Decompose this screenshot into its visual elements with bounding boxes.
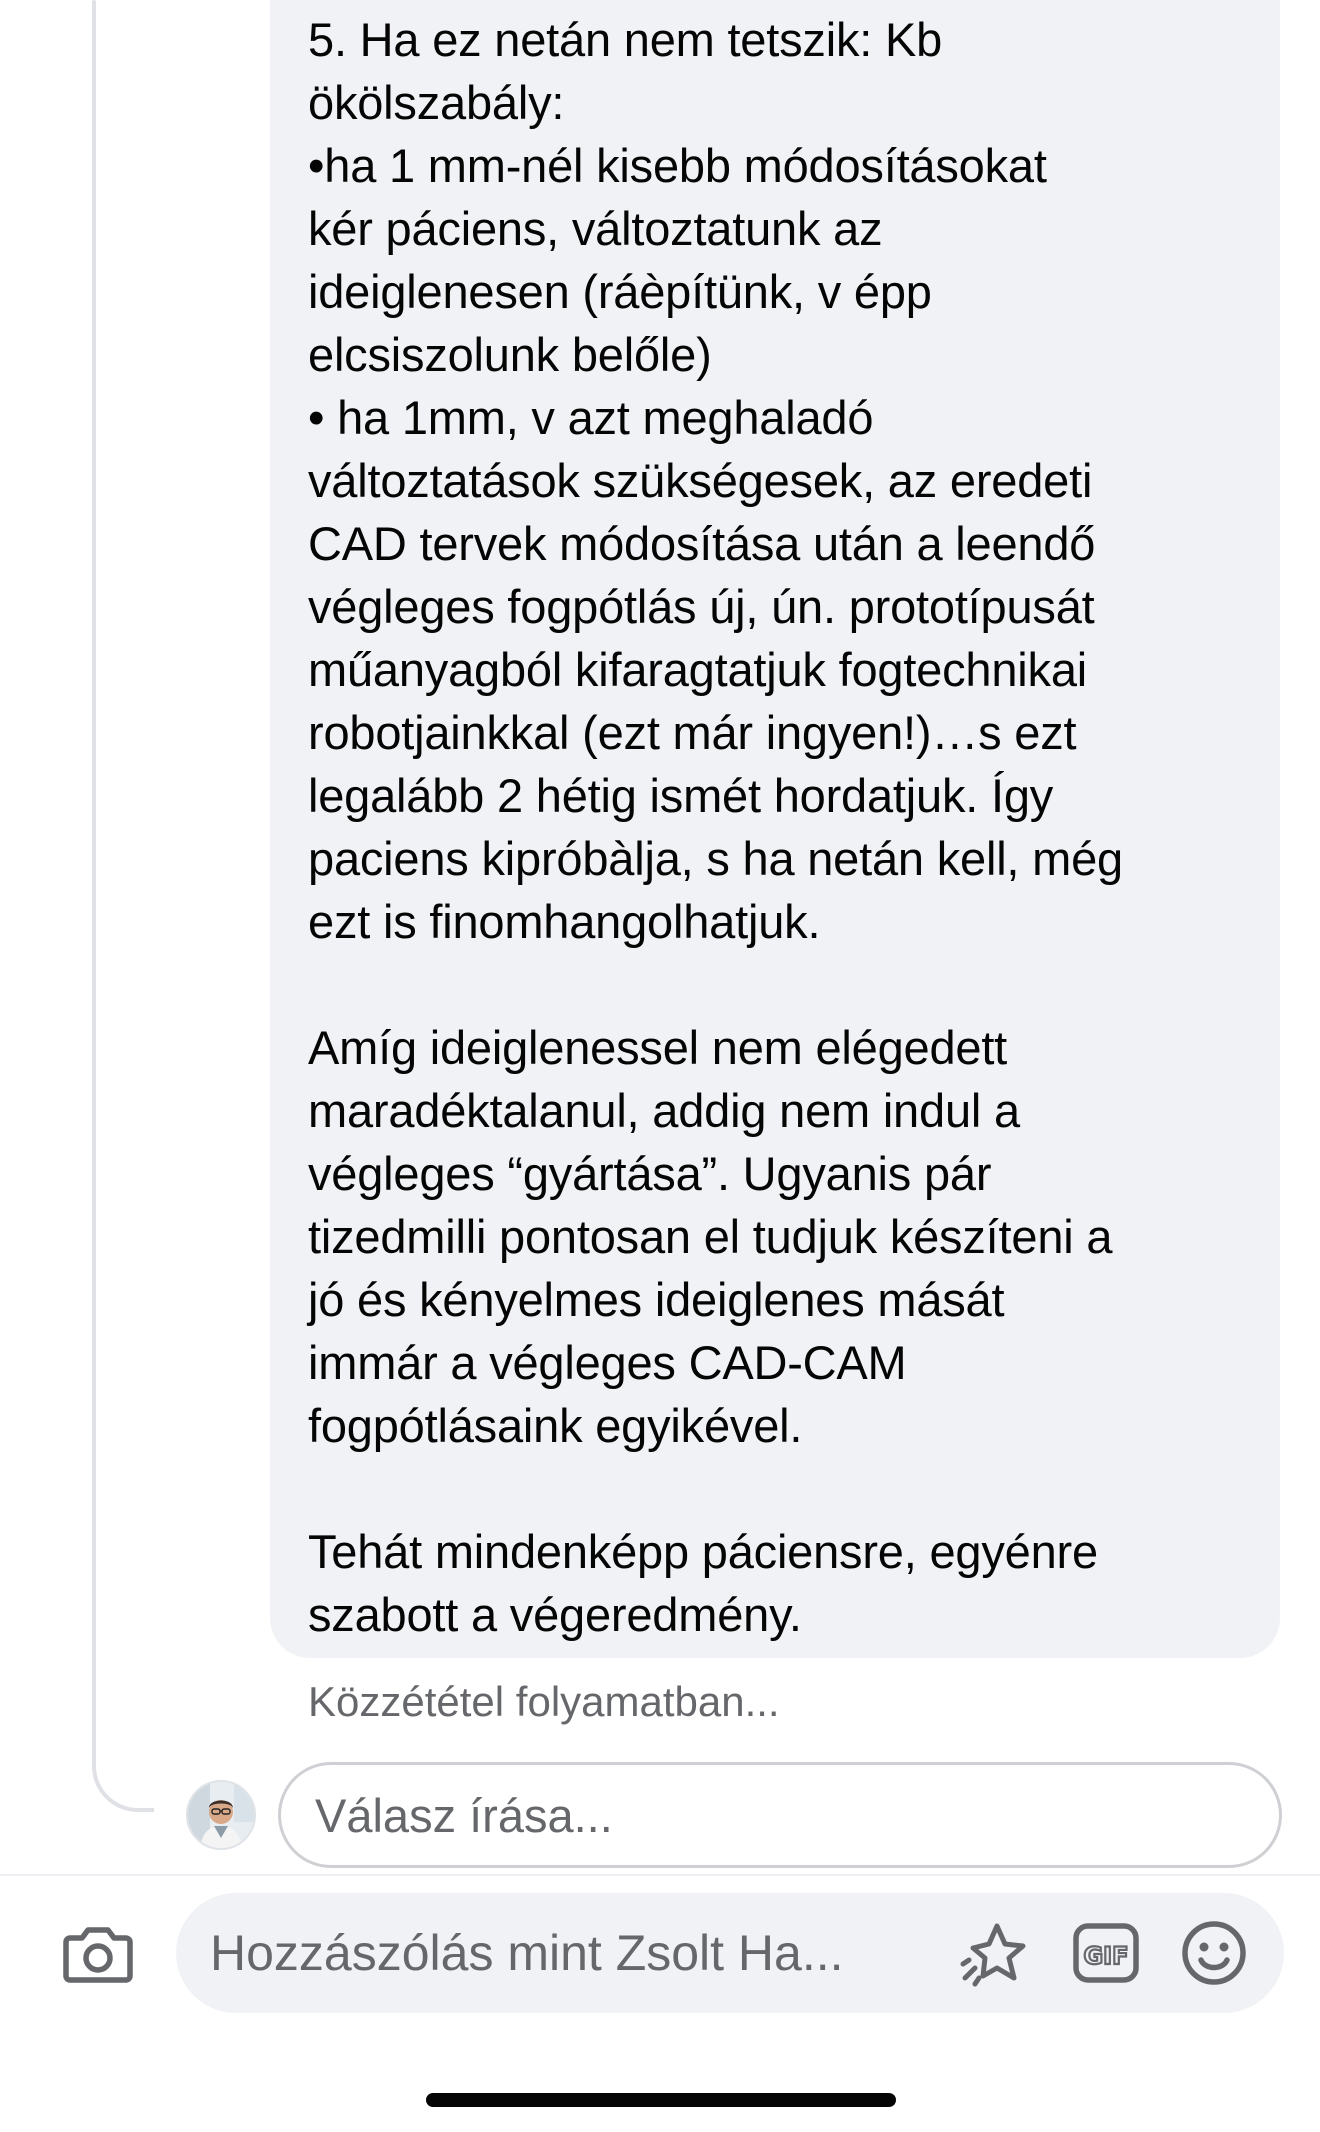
comment-line: ezt is finomhangolhatjuk. — [308, 895, 821, 948]
reply-placeholder: Válasz írása... — [315, 1788, 613, 1842]
emoji-button[interactable] — [1176, 1915, 1252, 1991]
comment-line: robotjainkkal (ezt már ingyen!)…s ezt — [308, 706, 1077, 759]
comment-line: jó és kényelmes ideiglenes mását — [308, 1273, 1005, 1326]
comment-line: legalább 2 hétig ismét hordatjuk. Így — [308, 769, 1054, 822]
composer-divider — [0, 1874, 1320, 1876]
comment-paragraph-gap — [308, 1457, 1244, 1520]
comment-line: •ha 1 mm-nél kisebb módosításokat — [308, 139, 1047, 192]
comment-thread-screen: 5. Ha ez netán nem tetszik: Kb ökölszabál… — [0, 0, 1320, 2132]
comment-line: tizedmilli pontosan el tudjuk készíteni … — [308, 1210, 1113, 1263]
comment-bubble[interactable]: 5. Ha ez netán nem tetszik: Kb ökölszabál… — [270, 0, 1280, 1658]
comment-line: szabott a végeredmény. — [308, 1588, 802, 1641]
reply-input[interactable]: Válasz írása... — [278, 1762, 1282, 1868]
comment-line: fogpótlásaink egyikével. — [308, 1399, 803, 1452]
gif-label: GIF — [1083, 1942, 1128, 1970]
comment-line: paciens kipróbàlja, s ha netán kell, még — [308, 832, 1123, 885]
comment-line: ideiglenesen (ráèpítünk, v épp — [308, 265, 932, 318]
comment-line: műanyagból kifaragtatjuk fogtechnikai — [308, 643, 1088, 696]
emoji-icon — [1182, 1921, 1246, 1985]
home-indicator — [426, 2093, 896, 2107]
comment-line: immár a végleges CAD-CAM — [308, 1336, 907, 1389]
comment-line: elcsiszolunk belőle) — [308, 328, 712, 381]
gif-icon: GIF — [1073, 1923, 1139, 1983]
comment-line: 5. Ha ez netán nem tetszik: Kb — [308, 13, 943, 66]
comment-line: • ha 1mm, v azt meghaladó — [308, 391, 874, 444]
comment-line: Tehát mindenképp páciensre, egyénre — [308, 1525, 1098, 1578]
comment-line: ökölszabály: — [308, 76, 565, 129]
comment-composer-input[interactable]: Hozzászólás mint Zsolt Ha... GIF — [176, 1893, 1284, 2013]
thread-connector-line — [92, 0, 96, 1770]
comment-line: kér páciens, változtatunk az — [308, 202, 883, 255]
comment-line: maradéktalanul, addig nem indul a — [308, 1084, 1020, 1137]
avatar[interactable] — [186, 1780, 256, 1850]
comment-line: végleges fogpótlás új, ún. prototípusát — [308, 580, 1095, 633]
composer-placeholder: Hozzászólás mint Zsolt Ha... — [210, 1925, 844, 1981]
camera-icon — [63, 1927, 133, 1983]
comment-paragraph-gap — [308, 953, 1244, 1016]
camera-button[interactable] — [58, 1918, 138, 1988]
comment-line: változtatások szükségesek, az eredeti — [308, 454, 1093, 507]
comment-line: végleges “gyártása”. Ugyanis pár — [308, 1147, 992, 1200]
posting-status: Közzététel folyamatban... — [308, 1678, 780, 1725]
sticker-button[interactable] — [956, 1915, 1032, 1991]
comment-line: CAD tervek módosítása után a leendő — [308, 517, 1096, 570]
thread-connector-elbow — [92, 1720, 154, 1812]
sticker-icon — [960, 1923, 1026, 1987]
comment-text: 5. Ha ez netán nem tetszik: Kb ökölszabál… — [308, 8, 1244, 1646]
avatar-photo — [188, 1782, 254, 1848]
comment-line: Amíg ideiglenessel nem elégedett — [308, 1021, 1008, 1074]
gif-button[interactable]: GIF — [1068, 1915, 1144, 1991]
